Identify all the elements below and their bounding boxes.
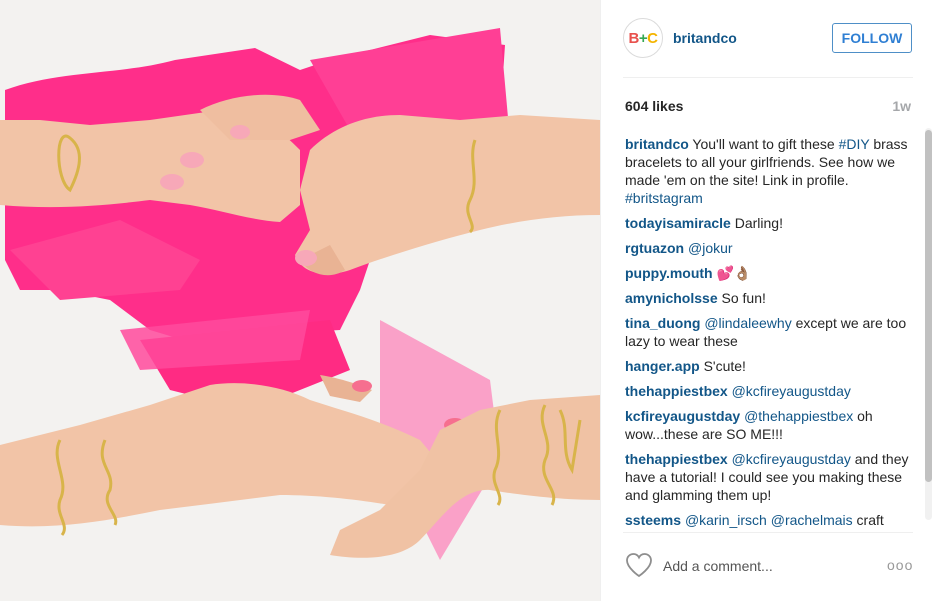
comment-username[interactable]: puppy.mouth xyxy=(625,265,713,281)
comment-tag-link[interactable]: @lindaleewhy xyxy=(704,315,791,331)
comment-item: tina_duong @lindaleewhy except we are to… xyxy=(625,314,910,350)
photo-illustration xyxy=(0,28,600,560)
comment-username[interactable]: britandco xyxy=(625,136,689,152)
comment-text: craft xyxy=(852,512,884,528)
comment-item: thehappiestbex @kcfireyaugustday xyxy=(625,382,910,400)
avatar-letter-plus: + xyxy=(638,29,648,47)
comment-item: amynicholsse So fun! xyxy=(625,289,910,307)
comment-tag-link[interactable]: @karin_irsch xyxy=(685,512,767,528)
post-side-panel: B + C britandco FOLLOW 604 likes 1w britan… xyxy=(600,0,935,601)
comment-username[interactable]: hanger.app xyxy=(625,358,700,374)
post-author-username[interactable]: britandco xyxy=(673,30,737,46)
comments-scrollbar[interactable] xyxy=(925,128,932,520)
comment-item: hanger.app S'cute! xyxy=(625,357,910,375)
comment-username[interactable]: ssteems xyxy=(625,512,681,528)
comment-tag-link[interactable]: @jokur xyxy=(688,240,733,256)
likes-count[interactable]: 604 likes xyxy=(625,98,683,114)
comment-username[interactable]: thehappiestbex xyxy=(625,451,728,467)
follow-button[interactable]: FOLLOW xyxy=(832,23,912,53)
comment-tag-link[interactable]: @thehappiestbex xyxy=(744,408,853,424)
comment-text: You'll want to gift these xyxy=(688,136,839,152)
comment-item: britandco You'll want to gift these #DIY… xyxy=(625,135,910,207)
more-options-button[interactable]: ooo xyxy=(887,557,913,573)
divider xyxy=(623,77,913,78)
post-header: B + C britandco FOLLOW xyxy=(601,0,935,78)
comment-username[interactable]: thehappiestbex xyxy=(625,383,728,399)
comment-item: puppy.mouth 💕👌🏽 xyxy=(625,264,910,282)
comment-username[interactable]: kcfireyaugustday xyxy=(625,408,740,424)
avatar-letter-c: C xyxy=(647,29,658,47)
comment-tag-link[interactable]: @kcfireyaugustday xyxy=(732,451,851,467)
post-photo[interactable] xyxy=(0,0,600,601)
upper-right-hand xyxy=(295,115,600,276)
post-footer: ooo xyxy=(601,533,935,601)
comment-text: So fun! xyxy=(717,290,766,306)
comment-tag-link[interactable]: #britstagram xyxy=(625,190,703,206)
comment-username[interactable]: tina_duong xyxy=(625,315,700,331)
comment-item: todayisamiracle Darling! xyxy=(625,214,910,232)
avatar-letter-b: B xyxy=(628,29,640,47)
add-comment-input[interactable] xyxy=(663,557,863,575)
scrollbar-thumb[interactable] xyxy=(925,130,932,482)
comments-list: britandco You'll want to gift these #DIY… xyxy=(625,135,910,528)
comment-username[interactable]: rgtuazon xyxy=(625,240,684,256)
post-age[interactable]: 1w xyxy=(892,98,911,114)
comment-item: thehappiestbex @kcfireyaugustday and the… xyxy=(625,450,910,504)
comment-item: ssteems @karin_irsch @rachelmais craft xyxy=(625,511,910,528)
comment-tag-link[interactable]: @kcfireyaugustday xyxy=(732,383,851,399)
comment-tag-link[interactable]: @rachelmais xyxy=(771,512,853,528)
comment-username[interactable]: amynicholsse xyxy=(625,290,718,306)
heart-icon[interactable] xyxy=(625,552,653,578)
comment-text: 💕👌🏽 xyxy=(712,265,752,281)
comment-text: S'cute! xyxy=(699,358,746,374)
avatar[interactable]: B + C xyxy=(623,18,663,58)
comment-text: Darling! xyxy=(730,215,783,231)
comment-tag-link[interactable]: #DIY xyxy=(839,136,870,152)
comment-item: rgtuazon @jokur xyxy=(625,239,910,257)
comment-item: kcfireyaugustday @thehappiestbex oh wow.… xyxy=(625,407,910,443)
comment-username[interactable]: todayisamiracle xyxy=(625,215,731,231)
